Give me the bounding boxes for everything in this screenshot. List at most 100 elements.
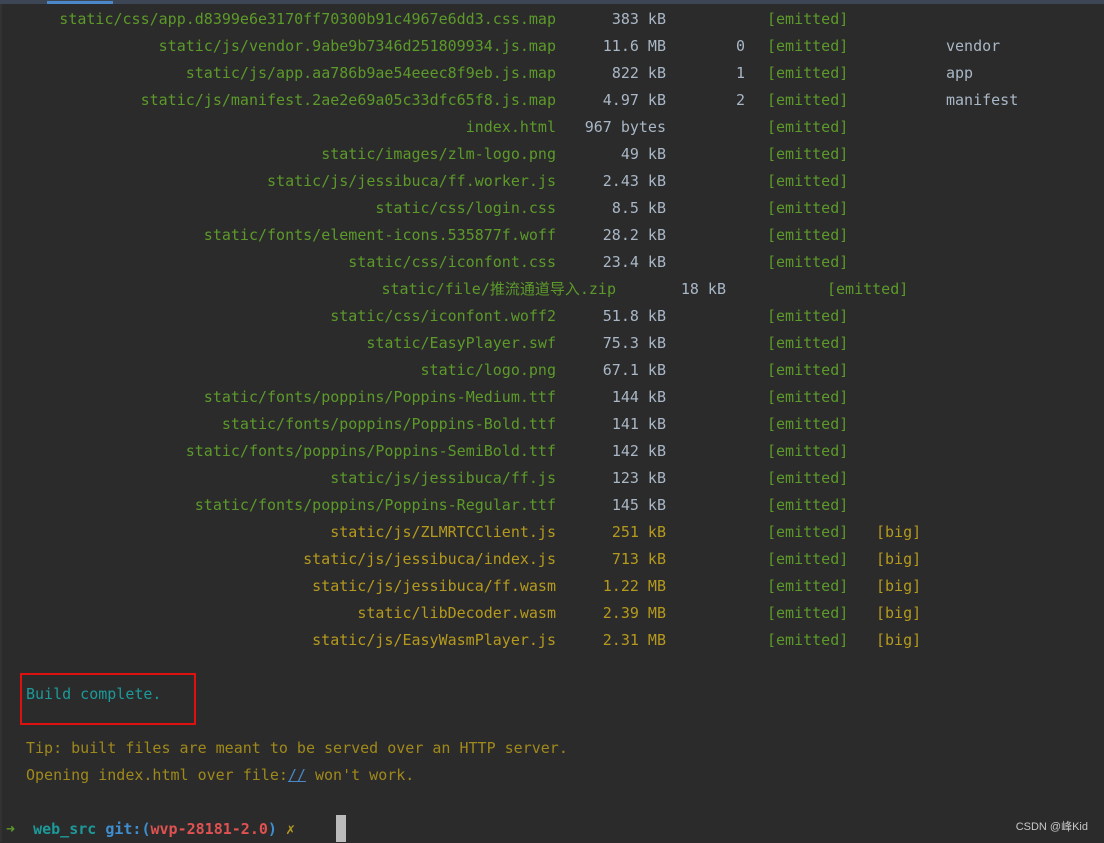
asset-big-flag: [big] <box>876 577 922 595</box>
asset-size: 822 kB <box>611 64 666 82</box>
asset-status: [emitted] <box>827 280 909 298</box>
asset-name: static/fonts/poppins/Poppins-SemiBold.tt… <box>185 442 556 460</box>
asset-name: static/js/jessibuca/ff.wasm <box>312 577 556 595</box>
asset-size: 141 kB <box>611 415 666 433</box>
active-tab-indicator[interactable] <box>47 1 113 4</box>
dirty-mark-icon: ✗ <box>285 820 295 838</box>
tip-line-2-suffix: won't work. <box>305 766 415 784</box>
asset-big-flag: [big] <box>876 631 922 649</box>
asset-name: index.html <box>465 118 556 136</box>
asset-status: [emitted] <box>767 469 849 487</box>
asset-size: 383 kB <box>611 10 666 28</box>
asset-row: static/fonts/poppins/Poppins-Medium.ttf 1… <box>0 384 1104 411</box>
asset-status: [emitted] <box>767 415 849 433</box>
asset-size: 75.3 kB <box>602 334 666 352</box>
asset-status: [emitted] <box>767 37 849 55</box>
asset-size: 8.5 kB <box>611 199 666 217</box>
asset-name: static/css/iconfont.css <box>348 253 556 271</box>
watermark: CSDN @峰Kid <box>1015 821 1088 833</box>
asset-row: static/css/iconfont.woff2 51.8 kB [emitted… <box>0 303 1104 330</box>
asset-row: static/images/zlm-logo.png 49 kB [emitted] <box>0 141 1104 168</box>
asset-row: static/fonts/element-icons.535877f.woff 2… <box>0 222 1104 249</box>
asset-status: [emitted] <box>767 172 849 190</box>
asset-size: 28.2 kB <box>602 226 666 244</box>
asset-name: static/css/app.d8399e6e3170ff70300b91c49… <box>59 10 556 28</box>
asset-status: [emitted] <box>767 550 849 568</box>
asset-name: static/js/ZLMRTCClient.js <box>330 523 556 541</box>
asset-row: static/fonts/poppins/Poppins-SemiBold.tt… <box>0 438 1104 465</box>
asset-status: [emitted] <box>767 10 849 28</box>
asset-size: 251 kB <box>611 523 666 541</box>
asset-status: [emitted] <box>767 442 849 460</box>
asset-size: 713 kB <box>611 550 666 568</box>
asset-row: static/file/推流通道导入.zip 18 kB [emitted] <box>0 276 1104 303</box>
tab-bar <box>0 0 1104 4</box>
prompt-git-branch: wvp-28181-2.0 <box>150 820 268 838</box>
prompt-arrow-icon: ➜ <box>6 820 16 838</box>
asset-status: [emitted] <box>767 631 849 649</box>
asset-name: static/css/login.css <box>375 199 556 217</box>
asset-name: static/js/manifest.2ae2e69a05c33dfc65f8.… <box>140 91 556 109</box>
build-complete-message: Build complete. <box>26 685 162 703</box>
asset-name: static/fonts/poppins/Poppins-Medium.ttf <box>203 388 556 406</box>
asset-size: 967 bytes <box>584 118 666 136</box>
asset-name: static/js/jessibuca/ff.worker.js <box>267 172 556 190</box>
asset-row: static/js/manifest.2ae2e69a05c33dfc65f8.… <box>0 87 1104 114</box>
asset-size: 67.1 kB <box>602 361 666 379</box>
asset-row: static/libDecoder.wasm 2.39 MB [emitted] [b… <box>0 600 1104 627</box>
asset-name: static/libDecoder.wasm <box>357 604 556 622</box>
asset-size: 23.4 kB <box>602 253 666 271</box>
prompt-git-close: ) <box>267 820 277 838</box>
asset-name: static/js/EasyWasmPlayer.js <box>312 631 556 649</box>
prompt-git-label: git:( <box>105 820 151 838</box>
terminal-cursor[interactable] <box>336 815 346 842</box>
asset-row: index.html 967 bytes [emitted] <box>0 114 1104 141</box>
tip-line-2: Opening index.html over file:// won't wo… <box>26 762 414 789</box>
asset-name: static/js/jessibuca/ff.js <box>330 469 556 487</box>
asset-chunk-name: app <box>946 64 974 82</box>
asset-row: static/js/app.aa786b9ae54eeec8f9eb.js.ma… <box>0 60 1104 87</box>
asset-row: static/js/jessibuca/ff.worker.js 2.43 kB [… <box>0 168 1104 195</box>
asset-status: [emitted] <box>767 199 849 217</box>
asset-status: [emitted] <box>767 253 849 271</box>
asset-chunk-id: 0 <box>736 37 746 55</box>
asset-row: static/js/vendor.9abe9b7346d251809934.js… <box>0 33 1104 60</box>
asset-size: 142 kB <box>611 442 666 460</box>
asset-row: static/logo.png 67.1 kB [emitted] <box>0 357 1104 384</box>
asset-status: [emitted] <box>767 334 849 352</box>
asset-status: [emitted] <box>767 496 849 514</box>
asset-name: static/EasyPlayer.swf <box>366 334 556 352</box>
asset-name: static/fonts/poppins/Poppins-Regular.ttf <box>194 496 556 514</box>
asset-status: [emitted] <box>767 118 849 136</box>
asset-status: [emitted] <box>767 577 849 595</box>
asset-chunk-id: 1 <box>736 64 746 82</box>
asset-name: static/logo.png <box>420 361 556 379</box>
asset-size: 49 kB <box>620 145 666 163</box>
asset-row: static/css/login.css 8.5 kB [emitted] <box>0 195 1104 222</box>
asset-row: static/css/iconfont.css 23.4 kB [emitted] <box>0 249 1104 276</box>
asset-row: static/js/jessibuca/index.js 713 kB [emitt… <box>0 546 1104 573</box>
asset-name: static/js/vendor.9abe9b7346d251809934.js… <box>158 37 556 55</box>
asset-status: [emitted] <box>767 361 849 379</box>
asset-size: 145 kB <box>611 496 666 514</box>
asset-size: 123 kB <box>611 469 666 487</box>
asset-row: static/css/app.d8399e6e3170ff70300b91c49… <box>0 6 1104 33</box>
asset-name: static/js/jessibuca/index.js <box>303 550 556 568</box>
tip-line-2-prefix: Opening index.html over file: <box>26 766 288 784</box>
asset-status: [emitted] <box>767 388 849 406</box>
asset-status: [emitted] <box>767 523 849 541</box>
asset-status: [emitted] <box>767 604 849 622</box>
asset-row: static/js/jessibuca/ff.wasm 1.22 MB [emitt… <box>0 573 1104 600</box>
asset-status: [emitted] <box>767 307 849 325</box>
asset-size: 2.43 kB <box>602 172 666 190</box>
file-protocol-link[interactable]: // <box>288 766 306 784</box>
asset-big-flag: [big] <box>876 550 922 568</box>
tip-line-1: Tip: built files are meant to be served … <box>26 739 568 757</box>
asset-big-flag: [big] <box>876 604 922 622</box>
asset-chunk-name: vendor <box>946 37 1001 55</box>
asset-status: [emitted] <box>767 226 849 244</box>
asset-name: static/css/iconfont.woff2 <box>330 307 556 325</box>
asset-size: 51.8 kB <box>602 307 666 325</box>
asset-size: 11.6 MB <box>602 37 666 55</box>
asset-name: static/js/app.aa786b9ae54eeec8f9eb.js.ma… <box>185 64 556 82</box>
